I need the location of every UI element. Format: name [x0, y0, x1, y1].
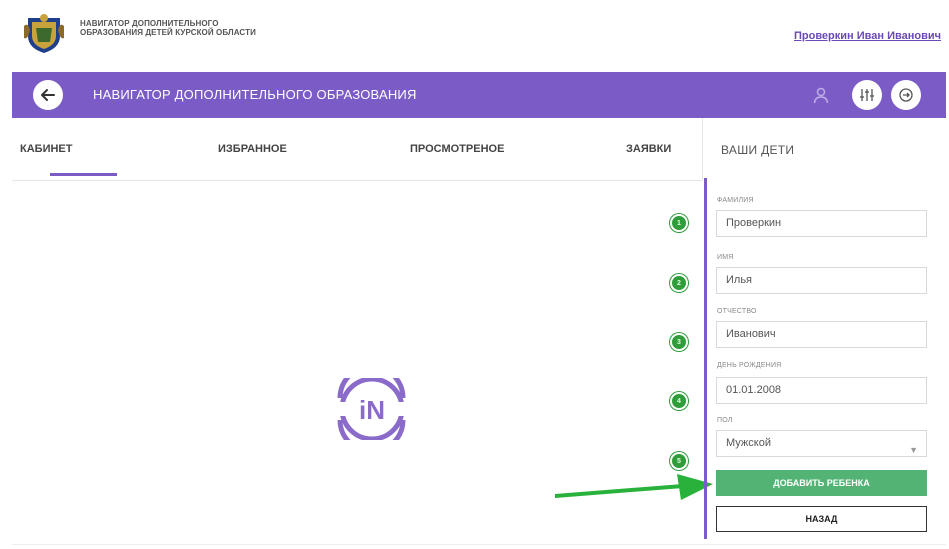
- tab-cabinet[interactable]: КАБИНЕТ: [20, 143, 72, 155]
- step-marker-5: 5: [670, 452, 688, 470]
- step-marker-3: 3: [670, 333, 688, 351]
- filter-sliders-icon: [860, 89, 874, 101]
- surname-field[interactable]: Проверкин: [716, 210, 927, 237]
- birthdate-label: ДЕНЬ РОЖДЕНИЯ: [717, 362, 782, 369]
- kids-panel-title: ВАШИ ДЕТИ: [721, 143, 795, 157]
- surname-label: ФАМИЛИЯ: [717, 197, 754, 204]
- logo-text: iN: [359, 395, 385, 425]
- step-marker-4: 4: [670, 392, 688, 410]
- patronymic-field[interactable]: Иванович: [716, 321, 927, 348]
- patronymic-label: ОТЧЕСТВО: [717, 308, 757, 315]
- back-arrow-icon: [41, 89, 55, 101]
- logout-button[interactable]: [891, 80, 921, 110]
- birthdate-field[interactable]: 01.01.2008: [716, 377, 927, 404]
- name-label: ИМЯ: [717, 254, 734, 261]
- panel-accent-line: [704, 178, 707, 539]
- person-icon: [813, 87, 829, 104]
- gender-select[interactable]: Мужской ▼: [716, 430, 927, 457]
- coat-of-arms-logo[interactable]: [22, 12, 66, 54]
- panel-divider: [702, 118, 703, 180]
- name-field[interactable]: Илья: [716, 267, 927, 294]
- gender-label: ПОЛ: [717, 417, 733, 424]
- step-marker-1: 1: [670, 214, 688, 232]
- navigation-bar: НАВИГАТОР ДОПОЛНИТЕЛЬНОГО ОБРАЗОВАНИЯ: [12, 72, 946, 118]
- chevron-down-icon: ▼: [909, 445, 918, 455]
- bottom-divider: [12, 544, 946, 545]
- org-name: НАВИГАТОР ДОПОЛНИТЕЛЬНОГО ОБРАЗОВАНИЯ ДЕ…: [80, 19, 256, 37]
- filter-button[interactable]: [852, 80, 882, 110]
- tab-applications[interactable]: ЗАЯВКИ: [626, 143, 671, 155]
- user-profile-link[interactable]: Проверкин Иван Иванович: [794, 30, 941, 42]
- person-button[interactable]: [807, 81, 835, 109]
- pointer-arrow-icon: [555, 474, 713, 500]
- top-header: НАВИГАТОР ДОПОЛНИТЕЛЬНОГО ОБРАЗОВАНИЯ ДЕ…: [0, 0, 949, 62]
- tab-viewed[interactable]: ПРОСМОТРЕНОЕ: [410, 143, 504, 155]
- tab-favorites[interactable]: ИЗБРАННОЕ: [218, 143, 287, 155]
- logout-icon: [899, 88, 913, 102]
- cabinet-tabs: КАБИНЕТ ИЗБРАННОЕ ПРОСМОТРЕНОЕ ЗАЯВКИ: [12, 118, 702, 181]
- step-marker-2: 2: [670, 274, 688, 292]
- back-form-button[interactable]: НАЗАД: [716, 506, 927, 532]
- gender-value: Мужской: [726, 437, 771, 449]
- navigator-logo: iN: [333, 378, 411, 440]
- active-tab-indicator: [50, 173, 117, 176]
- back-button[interactable]: [33, 80, 63, 110]
- add-child-button[interactable]: ДОБАВИТЬ РЕБЕНКА: [716, 470, 927, 496]
- navbar-title: НАВИГАТОР ДОПОЛНИТЕЛЬНОГО ОБРАЗОВАНИЯ: [93, 87, 417, 102]
